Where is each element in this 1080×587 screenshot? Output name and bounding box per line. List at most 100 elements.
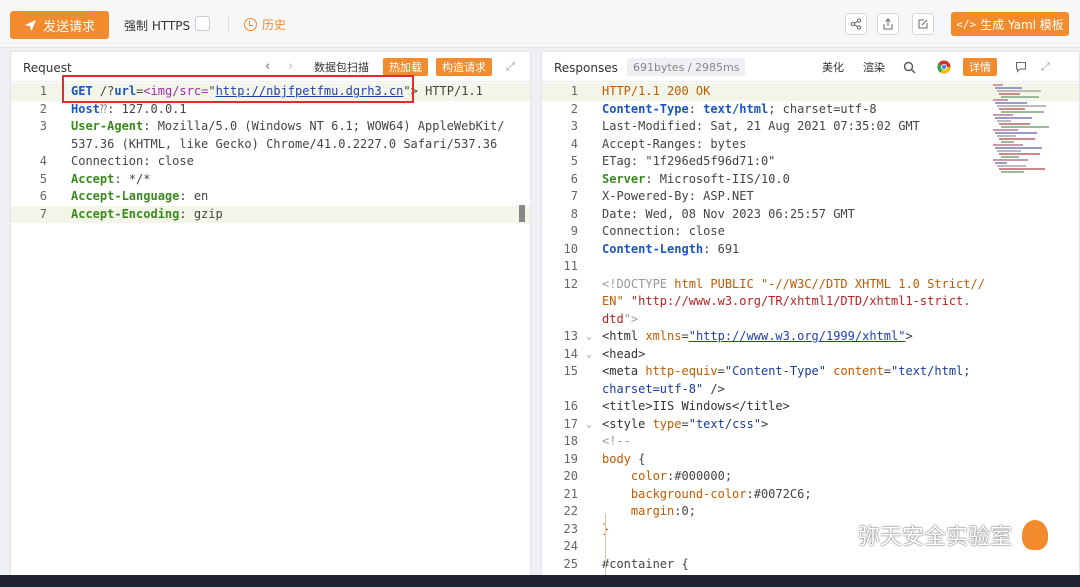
response-minimap[interactable] (993, 84, 1049, 176)
minimap-line (995, 102, 1027, 104)
line-number: 23 (563, 521, 578, 536)
hot-reload-button[interactable]: 热加载 (383, 58, 428, 76)
fold-chevron-icon[interactable]: ⌄ (586, 328, 592, 346)
code-token: : (746, 486, 754, 501)
force-https-checkbox[interactable] (195, 16, 210, 31)
fold-chevron-icon[interactable]: ⌄ (586, 346, 592, 364)
line-number: 3 (570, 119, 578, 133)
expand-icon[interactable]: ⤢ (506, 60, 515, 74)
line-number: 6 (570, 171, 578, 186)
minimap-line (999, 153, 1040, 155)
code-token: <html (602, 329, 646, 343)
code-token: color (602, 469, 668, 483)
code-line: charset=utf-8" /> (542, 381, 1079, 399)
highlight-box (62, 75, 414, 103)
line-number: 11 (563, 259, 578, 273)
code-token: HTTP/1.1 (417, 84, 483, 98)
minimap-line (993, 159, 1028, 161)
code-token: html PUBLIC (674, 276, 761, 291)
code-token: text/html (703, 101, 769, 116)
minimap-line (1001, 111, 1044, 113)
code-token: Content-Type (602, 101, 689, 116)
edit-icon[interactable] (912, 13, 934, 35)
code-token: : */* (114, 171, 151, 186)
code-token: #container { (602, 556, 689, 571)
code-line: 5 Accept: */* (11, 171, 530, 189)
history-icon (244, 18, 257, 31)
code-line: 21 background-color:#0072C6; (542, 486, 1079, 504)
chevron-right-icon[interactable]: › (288, 59, 293, 74)
search-icon[interactable] (898, 58, 921, 76)
watermark-text: 弥天安全实验室 (858, 525, 1013, 550)
minimap-line (997, 90, 1041, 92)
minimap-line (997, 105, 1046, 107)
line-number: 22 (563, 504, 578, 518)
code-line: 20 color:#000000; (542, 468, 1079, 486)
export-icon[interactable] (877, 13, 899, 35)
force-https-label: 强制 HTTPS (124, 19, 191, 33)
code-token: Host (71, 101, 100, 116)
code-token: <!DOCTYPE (602, 276, 675, 291)
code-token: : 127.0.0.1 (107, 101, 187, 116)
fold-chevron-icon[interactable]: ⌄ (586, 416, 592, 434)
minimap-line (995, 87, 1022, 89)
minimap-line (1001, 156, 1019, 158)
code-icon: </> (956, 17, 977, 31)
history-button[interactable]: 历史 (244, 16, 286, 33)
build-request-button[interactable]: 构造请求 (436, 58, 492, 76)
line-number: 2 (570, 101, 578, 116)
line-number: 1 (39, 84, 47, 98)
code-token: margin (602, 504, 675, 518)
packet-scan-button[interactable]: 数据包扫描 (309, 58, 374, 76)
line-number: 4 (39, 154, 47, 168)
details-button[interactable]: 详情 (963, 58, 997, 76)
minimap-line (999, 138, 1035, 140)
line-number: 1 (570, 84, 578, 98)
minimap-line (993, 114, 1013, 116)
share-icon[interactable] (845, 13, 867, 35)
mascot-icon (1022, 520, 1049, 550)
minimap-line (999, 93, 1020, 95)
beautify-button[interactable]: 美化 (817, 58, 849, 76)
code-line: 3 User-Agent: Mozilla/5.0 (Windows NT 6.1… (11, 118, 530, 136)
request-editor[interactable]: 1 GET /?url=<img/src="http://nbjfpetfmu.d… (11, 83, 530, 586)
code-token: body (602, 451, 631, 466)
expand-icon[interactable]: ⤢ (1041, 60, 1050, 74)
code-line: 17 ⌄ <style type="text/css"> (542, 416, 1079, 434)
code-line: 22 margin:0; (542, 503, 1079, 521)
chrome-icon[interactable] (932, 58, 956, 76)
send-icon (24, 19, 37, 31)
line-number: 15 (563, 364, 578, 378)
history-label: 历史 (262, 18, 287, 32)
code-token: Last-Modified: Sat, 21 Aug 2021 07:35:02… (602, 119, 920, 133)
code-line: 9 Connection: close (542, 223, 1079, 241)
code-token: : en (179, 189, 209, 203)
send-request-label: 发送请求 (42, 19, 95, 35)
code-token: Accept-Language (71, 189, 180, 203)
render-button[interactable]: 渲染 (858, 58, 890, 76)
code-line: dtd"> (542, 311, 1079, 329)
chevron-left-icon[interactable]: ‹ (265, 59, 270, 74)
send-request-button[interactable]: 发送请求 (10, 11, 109, 39)
code-token: Date: Wed, 08 Nov 2023 06:25:57 GMT (602, 206, 855, 221)
minimap-line (999, 108, 1025, 110)
comment-icon[interactable] (1010, 58, 1032, 76)
code-token: ; charset=utf-8 (768, 101, 877, 116)
wechat-icon (813, 522, 849, 548)
code-token: > (905, 329, 913, 343)
code-token: type (652, 416, 682, 431)
code-line: 12 <!DOCTYPE html PUBLIC "-//W3C//DTD XHT… (542, 276, 1079, 294)
line-number: 20 (563, 469, 578, 483)
minimap-line (1001, 171, 1024, 173)
minimap-line (997, 135, 1016, 137)
minimap-line (995, 132, 1037, 134)
minimap-line (995, 147, 1042, 149)
code-token: Content-Length (602, 241, 704, 256)
minimap-line (995, 117, 1032, 119)
line-number: 18 (563, 434, 578, 448)
minimap-line (1001, 141, 1014, 143)
code-line: 7 Accept-Encoding: gzip (11, 205, 530, 223)
generate-yaml-template-button[interactable]: </> 生成 Yaml 模板 (951, 12, 1069, 36)
code-token: #000000 (674, 469, 725, 483)
minimap-line (1001, 96, 1039, 98)
